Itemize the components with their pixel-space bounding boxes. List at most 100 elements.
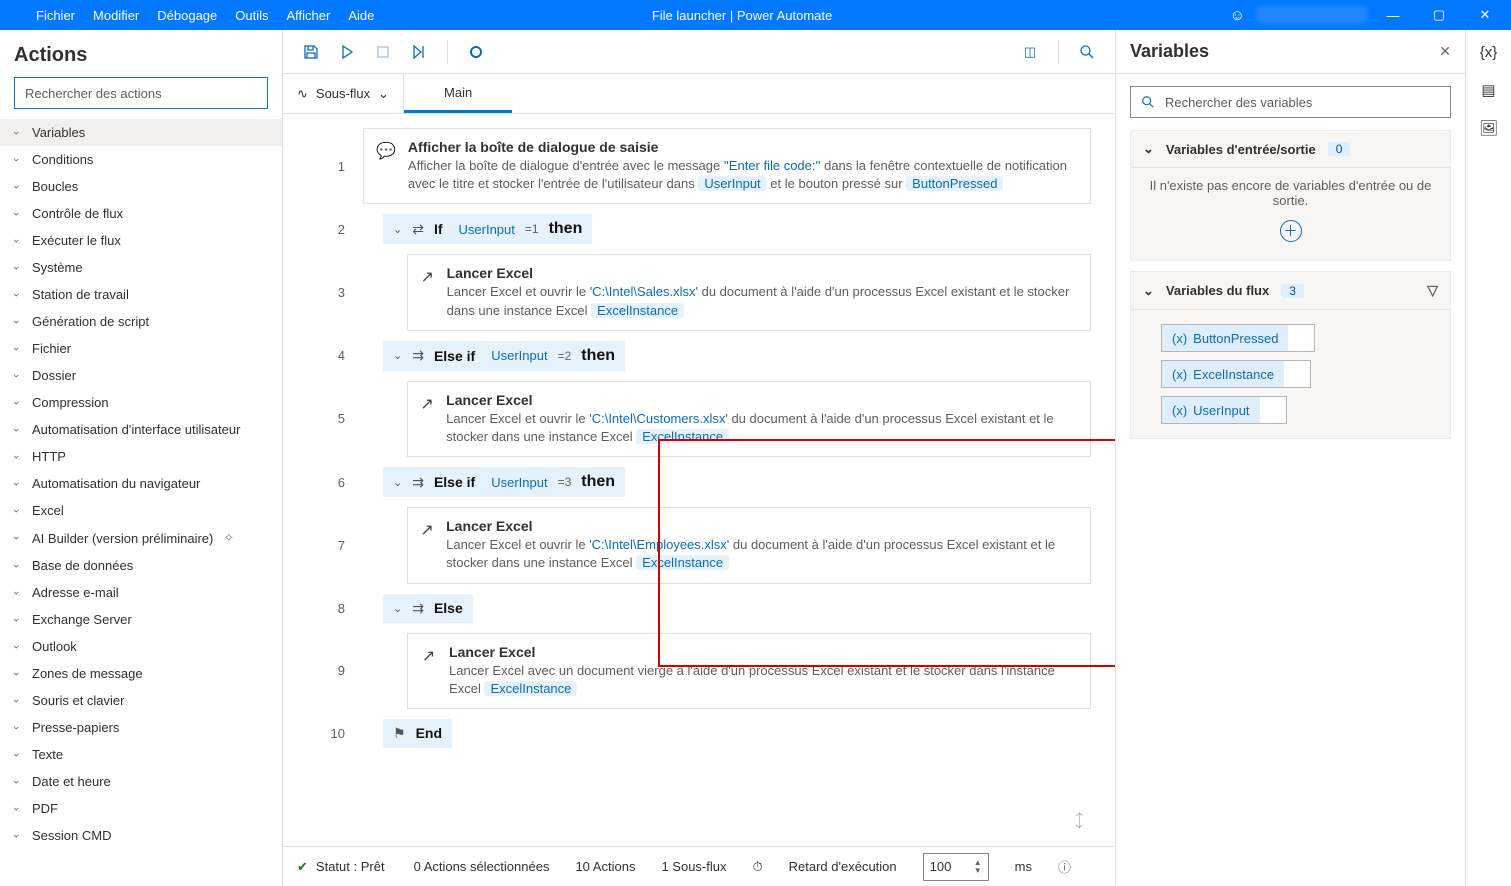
category-label: Exchange Server xyxy=(32,612,132,627)
category-item[interactable]: ›Zones de message xyxy=(0,660,282,687)
category-item[interactable]: ›HTTP xyxy=(0,443,282,470)
collapse-icon[interactable]: ⌄ xyxy=(393,223,402,236)
stop-button[interactable] xyxy=(369,38,397,66)
step-button[interactable] xyxy=(405,38,433,66)
run-button[interactable] xyxy=(333,38,361,66)
category-item[interactable]: ›Compression xyxy=(0,389,282,416)
delay-input[interactable]: 100 ▲▼ xyxy=(923,853,989,881)
variable-token: UserInput xyxy=(485,475,553,490)
variable-token: UserInput xyxy=(453,222,521,237)
close-pane-button[interactable]: ✕ xyxy=(1439,43,1451,60)
maximize-button[interactable]: ▢ xyxy=(1419,0,1459,30)
category-item[interactable]: ›Presse-papiers xyxy=(0,714,282,741)
menu-fichier[interactable]: Fichier xyxy=(36,8,75,23)
delay-label: Retard d'exécution xyxy=(789,859,897,874)
record-button[interactable] xyxy=(462,38,490,66)
chevron-right-icon: › xyxy=(10,587,22,599)
variable-chip[interactable]: (x) UserInput xyxy=(1161,396,1287,424)
variable-name: ExcelInstance xyxy=(1193,367,1274,382)
variable-chip[interactable]: (x) ExcelInstance xyxy=(1161,360,1311,388)
status-selection: 0 Actions sélectionnées xyxy=(414,859,550,874)
action-launch-excel[interactable]: ↗ Lancer Excel Lancer Excel et ouvrir le… xyxy=(407,507,1091,583)
category-item[interactable]: ›Excel xyxy=(0,497,282,524)
category-item[interactable]: ›Variables xyxy=(0,119,282,146)
save-button[interactable] xyxy=(297,38,325,66)
images-rail-icon[interactable]: 🖼 xyxy=(1479,119,1498,137)
category-item[interactable]: ›AI Builder (version préliminaire) ✧ xyxy=(0,524,282,552)
actions-category-list[interactable]: ›Variables›Conditions›Boucles›Contrôle d… xyxy=(0,119,282,886)
flow-vars-title: Variables du flux xyxy=(1166,283,1269,298)
spinner-icon[interactable]: ▲▼ xyxy=(974,859,982,875)
action-display-input-dialog[interactable]: 💬 Afficher la boîte de dialogue de saisi… xyxy=(363,128,1091,204)
category-item[interactable]: ›Dossier xyxy=(0,362,282,389)
category-item[interactable]: ›Base de données xyxy=(0,552,282,579)
chevron-right-icon: › xyxy=(10,776,22,788)
data-button[interactable]: ◫ xyxy=(1016,38,1044,66)
category-item[interactable]: ›Système xyxy=(0,254,282,281)
io-title: Variables d'entrée/sortie xyxy=(1166,142,1316,157)
flow-variables-header[interactable]: ⌄ Variables du flux 3 ▽ xyxy=(1131,272,1450,309)
category-item[interactable]: ›Exécuter le flux xyxy=(0,227,282,254)
category-item[interactable]: ›Génération de script xyxy=(0,308,282,335)
layers-rail-icon[interactable]: ▤ xyxy=(1481,81,1495,99)
chevron-right-icon: › xyxy=(10,695,22,707)
flow-canvas[interactable]: 1 💬 Afficher la boîte de dialogue de sai… xyxy=(283,114,1115,886)
category-item[interactable]: ›Contrôle de flux xyxy=(0,200,282,227)
account-name[interactable] xyxy=(1257,6,1367,24)
category-item[interactable]: ›Automatisation d'interface utilisateur xyxy=(0,416,282,443)
delay-unit: ms xyxy=(1015,859,1032,874)
action-launch-excel[interactable]: ↗ Lancer Excel Lancer Excel avec un docu… xyxy=(407,633,1091,709)
variable-token: ExcelInstance xyxy=(591,303,684,318)
close-button[interactable]: ✕ xyxy=(1465,0,1505,30)
variables-rail-icon[interactable]: {x} xyxy=(1480,44,1498,61)
category-item[interactable]: ›Fichier xyxy=(0,335,282,362)
chevron-right-icon: › xyxy=(10,505,22,517)
category-item[interactable]: ›Exchange Server xyxy=(0,606,282,633)
branch-icon: ⇉ xyxy=(412,347,424,364)
account-icon[interactable]: ☺ xyxy=(1230,7,1245,24)
category-label: Système xyxy=(32,260,83,275)
launch-icon: ↗ xyxy=(420,392,434,414)
condition-elseif[interactable]: ⌄ ⇉ Else if UserInput =2 then xyxy=(383,341,625,371)
menu-modifier[interactable]: Modifier xyxy=(93,8,139,23)
category-item[interactable]: ›PDF xyxy=(0,795,282,822)
category-item[interactable]: ›Station de travail xyxy=(0,281,282,308)
condition-if[interactable]: ⌄ ⇄ If UserInput =1 then xyxy=(383,214,592,244)
variable-chip[interactable]: (x) ButtonPressed xyxy=(1161,324,1315,352)
category-item[interactable]: ›Conditions xyxy=(0,146,282,173)
condition-elseif[interactable]: ⌄ ⇉ Else if UserInput =3 then xyxy=(383,467,625,497)
variables-search-input[interactable]: Rechercher des variables xyxy=(1130,86,1451,118)
chevron-right-icon: › xyxy=(10,722,22,734)
category-item[interactable]: ›Date et heure xyxy=(0,768,282,795)
info-icon[interactable]: ⓘ xyxy=(1058,857,1071,876)
category-item[interactable]: ›Texte xyxy=(0,741,282,768)
keyword-elseif: Else if xyxy=(434,348,475,364)
collapse-icon[interactable]: ⌄ xyxy=(393,602,402,615)
category-label: Outlook xyxy=(32,639,77,654)
add-variable-button[interactable]: ＋ xyxy=(1280,220,1302,242)
filter-icon[interactable]: ▽ xyxy=(1427,282,1438,299)
condition-end[interactable]: ⚑ End xyxy=(383,719,452,748)
category-item[interactable]: ›Outlook xyxy=(0,633,282,660)
flow-search-button[interactable] xyxy=(1073,38,1101,66)
action-launch-excel[interactable]: ↗ Lancer Excel Lancer Excel et ouvrir le… xyxy=(407,254,1091,330)
minimize-button[interactable]: — xyxy=(1373,0,1413,30)
action-title: Afficher la boîte de dialogue de saisie xyxy=(408,139,1078,155)
collapse-icon[interactable]: ⌄ xyxy=(393,476,402,489)
dialog-icon: 💬 xyxy=(376,139,396,161)
collapse-icon[interactable]: ⌄ xyxy=(393,349,402,362)
category-item[interactable]: ›Automatisation du navigateur xyxy=(0,470,282,497)
io-variables-header[interactable]: ⌄ Variables d'entrée/sortie 0 xyxy=(1131,131,1450,167)
category-item[interactable]: ›Adresse e-mail xyxy=(0,579,282,606)
action-launch-excel[interactable]: ↗ Lancer Excel Lancer Excel et ouvrir le… xyxy=(407,381,1091,457)
category-item[interactable]: ›Souris et clavier xyxy=(0,687,282,714)
category-item[interactable]: ›Session CMD xyxy=(0,822,282,849)
actions-search-input[interactable]: Rechercher des actions xyxy=(14,77,268,109)
category-item[interactable]: ›Boucles xyxy=(0,173,282,200)
chevron-right-icon: › xyxy=(10,343,22,355)
tab-main[interactable]: Main xyxy=(404,74,512,113)
action-desc: Lancer Excel et ouvrir le 'C:\Intel\Sale… xyxy=(447,283,1078,319)
subflow-dropdown[interactable]: ∿ Sous-flux ⌄ xyxy=(283,74,404,113)
condition-else[interactable]: ⌄ ⇉ Else xyxy=(383,594,473,623)
menu-debogage[interactable]: Débogage xyxy=(157,8,217,23)
